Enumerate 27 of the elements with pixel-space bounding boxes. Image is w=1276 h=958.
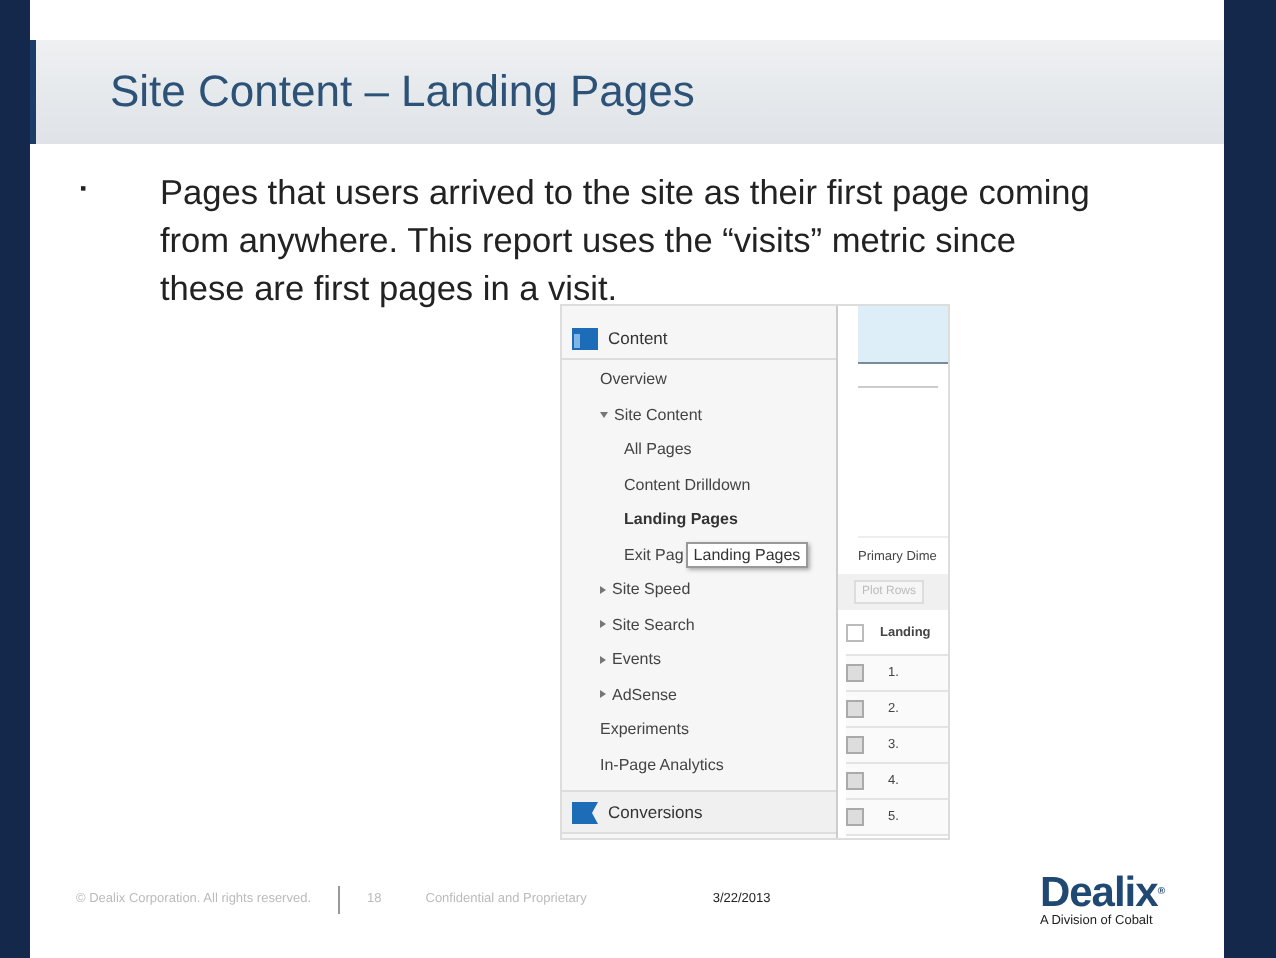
bullet-marker: ▪: [80, 176, 89, 202]
nav-item[interactable]: Site Speed: [562, 572, 836, 607]
nav-item[interactable]: Landing Pages: [624, 510, 738, 529]
checkbox[interactable]: [846, 700, 864, 718]
nav-item[interactable]: Experiments: [600, 720, 689, 739]
chart-area: [858, 306, 948, 364]
nav-section-item[interactable]: Conversions: [562, 790, 836, 834]
nav-item[interactable]: All Pages: [624, 440, 692, 459]
slide-title: Site Content – Landing Pages: [110, 66, 695, 118]
checkbox[interactable]: [846, 772, 864, 790]
nav-item[interactable]: Content Drilldown: [624, 475, 751, 494]
checkbox[interactable]: [846, 664, 864, 682]
nav-item[interactable]: Overview: [600, 370, 667, 389]
nav-item[interactable]: AdSense: [562, 677, 836, 712]
tooltip: Landing Pages: [685, 541, 809, 568]
nav-item[interactable]: In-Page Analytics: [600, 755, 724, 774]
logo-text: Dealix$^{®}$: [1039, 871, 1164, 913]
nav-item[interactable]: Site Content: [562, 397, 836, 432]
nav-item[interactable]: Events: [562, 642, 836, 677]
nav-item[interactable]: Site Search: [562, 607, 836, 642]
checkbox[interactable]: [846, 808, 864, 826]
nav-item[interactable]: Exit Pag: [624, 545, 684, 564]
content-icon: [572, 327, 598, 349]
flag-icon: [572, 801, 598, 823]
bullet-text: Pages that users arrived to the site as their first page coming from anywhere. This report uses the “visits” metric since these are first pages in a visit.: [160, 170, 1092, 312]
checkbox[interactable]: [846, 623, 864, 641]
checkbox[interactable]: [846, 736, 864, 754]
